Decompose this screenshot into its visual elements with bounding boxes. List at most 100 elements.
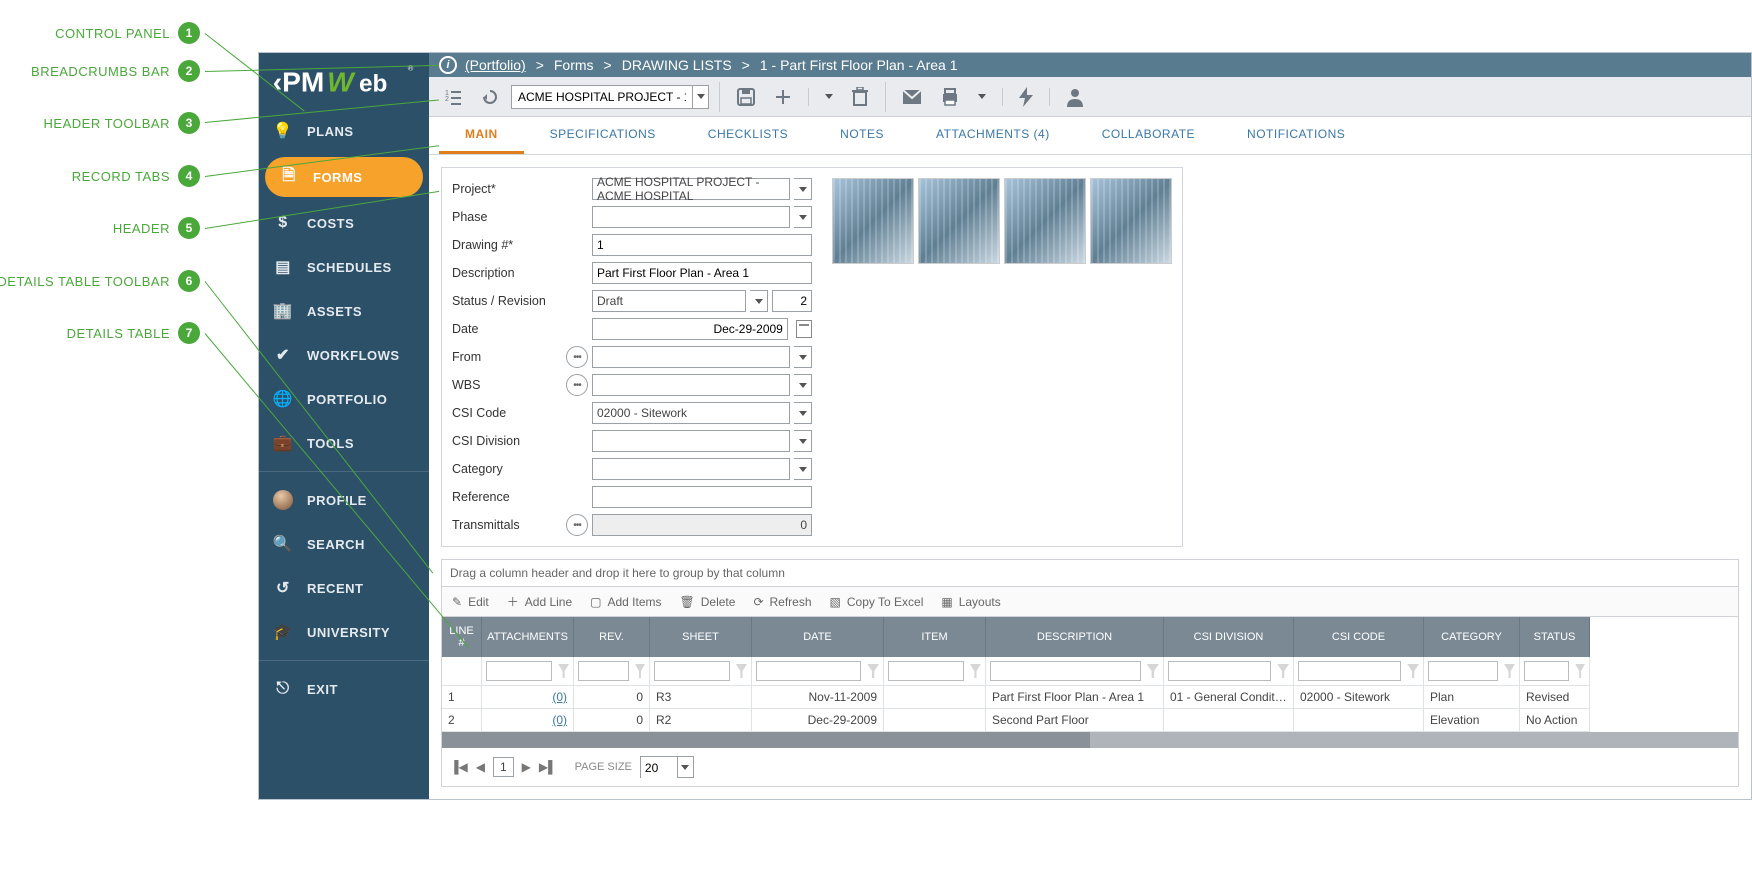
sidebar-item-workflows[interactable]: ✔WORKFLOWS	[259, 333, 429, 377]
sidebar-item-portfolio[interactable]: 🌐PORTFOLIO	[259, 377, 429, 421]
cell[interactable]: Dec-29-2009	[752, 709, 884, 732]
cell[interactable]	[1294, 709, 1424, 732]
filter-icon[interactable]	[1147, 664, 1159, 678]
filter-input[interactable]	[486, 661, 552, 681]
col-category[interactable]: CATEGORY	[1424, 617, 1520, 657]
dropdown-icon[interactable]	[794, 402, 812, 424]
drawingno-input[interactable]	[592, 234, 812, 256]
breadcrumb-portfolio[interactable]: (Portfolio)	[465, 57, 526, 73]
copy-to-excel-button[interactable]: ▧Copy To Excel	[830, 593, 924, 610]
add-line-button[interactable]: ＋Add Line	[507, 593, 572, 610]
filter-input[interactable]	[578, 661, 629, 681]
sidebar-item-assets[interactable]: 🏢ASSETS	[259, 289, 429, 333]
attachments-link[interactable]: (0)	[552, 690, 567, 704]
col-description[interactable]: DESCRIPTION	[986, 617, 1164, 657]
dropdown-icon[interactable]	[794, 346, 812, 368]
record-selector-input[interactable]	[512, 86, 692, 108]
first-page-icon[interactable]: ▐◀	[450, 760, 468, 774]
cell[interactable]: 2	[442, 709, 482, 732]
project-field[interactable]: ACME HOSPITAL PROJECT - ACME HOSPITAL	[592, 178, 790, 200]
filter-icon[interactable]	[867, 664, 879, 678]
tab-notes[interactable]: NOTES	[814, 117, 910, 154]
filter-icon[interactable]	[736, 664, 747, 678]
cell[interactable]: 01 - General Conditions	[1164, 686, 1294, 709]
thumbnail-icon[interactable]	[918, 178, 1000, 264]
sidebar-item-plans[interactable]: 💡PLANS	[259, 109, 429, 153]
cell[interactable]: R3	[650, 686, 752, 709]
sidebar-item-recent[interactable]: ↺RECENT	[259, 566, 429, 610]
sidebar-item-costs[interactable]: $COSTS	[259, 201, 429, 245]
col-status[interactable]: STATUS	[1520, 617, 1590, 657]
sidebar-item-university[interactable]: 🎓UNIVERSITY	[259, 610, 429, 654]
cell[interactable]: Second Part Floor	[986, 709, 1164, 732]
csidiv-field[interactable]	[592, 430, 790, 452]
prev-page-icon[interactable]: ◀	[476, 760, 485, 774]
thumbnail-icon[interactable]	[1090, 178, 1172, 264]
cell[interactable]: No Action	[1520, 709, 1590, 732]
tab-checklists[interactable]: CHECKLISTS	[682, 117, 814, 154]
current-page[interactable]: 1	[493, 757, 514, 777]
filter-input[interactable]	[888, 661, 964, 681]
list-numbered-icon[interactable]: 12	[439, 82, 469, 112]
filter-icon[interactable]	[635, 664, 645, 678]
user-icon[interactable]	[1060, 81, 1090, 113]
dropdown-icon[interactable]	[794, 178, 812, 200]
record-selector-combo[interactable]	[511, 85, 709, 109]
calendar-icon[interactable]	[796, 320, 812, 338]
lookup-icon[interactable]: •••	[566, 346, 588, 368]
sidebar-item-tools[interactable]: 💼TOOLS	[259, 421, 429, 465]
category-field[interactable]	[592, 458, 790, 480]
cell[interactable]: Elevation	[1424, 709, 1520, 732]
cell[interactable]	[1164, 709, 1294, 732]
cell[interactable]: 1	[442, 686, 482, 709]
filter-input[interactable]	[1524, 661, 1569, 681]
cell[interactable]: R2	[650, 709, 752, 732]
cell[interactable]	[884, 709, 986, 732]
col-csicode[interactable]: CSI CODE	[1294, 617, 1424, 657]
delete-button[interactable]	[845, 81, 875, 113]
group-by-hint[interactable]: Drag a column header and drop it here to…	[442, 560, 1738, 587]
status-field[interactable]: Draft	[592, 290, 746, 312]
cell[interactable]: 02000 - Sitework	[1294, 686, 1424, 709]
filter-icon[interactable]	[1575, 664, 1585, 678]
info-icon[interactable]: i	[439, 56, 457, 74]
cell[interactable]	[884, 686, 986, 709]
from-field[interactable]	[592, 346, 790, 368]
attachments-link[interactable]: (0)	[552, 713, 567, 727]
filter-input[interactable]	[756, 661, 861, 681]
thumbnail-icon[interactable]	[832, 178, 914, 264]
tab-main[interactable]: MAIN	[439, 117, 524, 154]
dropdown-icon[interactable]	[692, 86, 708, 108]
add-button[interactable]	[768, 82, 798, 112]
tab-collaborate[interactable]: COLLABORATE	[1076, 117, 1221, 154]
sidebar-item-profile[interactable]: PROFILE	[259, 478, 429, 522]
dropdown-icon[interactable]	[794, 430, 812, 452]
tab-notifications[interactable]: NOTIFICATIONS	[1221, 117, 1371, 154]
add-dropdown-icon[interactable]	[819, 88, 839, 105]
filter-input[interactable]	[1168, 661, 1271, 681]
dropdown-icon[interactable]	[794, 458, 812, 480]
col-line[interactable]: LINE #	[442, 617, 482, 657]
dropdown-icon[interactable]	[677, 757, 693, 777]
add-items-button[interactable]: ▢Add Items	[590, 593, 661, 610]
thumbnail-icon[interactable]	[1004, 178, 1086, 264]
refresh-button[interactable]: ⟳Refresh	[753, 593, 811, 610]
sidebar-item-schedules[interactable]: ▤SCHEDULES	[259, 245, 429, 289]
col-rev[interactable]: REV.	[574, 617, 650, 657]
cell[interactable]: 0	[574, 709, 650, 732]
filter-input[interactable]	[1298, 661, 1401, 681]
tab-attachments[interactable]: ATTACHMENTS (4)	[910, 117, 1076, 154]
bolt-icon[interactable]	[1013, 81, 1039, 113]
col-item[interactable]: ITEM	[884, 617, 986, 657]
dropdown-icon[interactable]	[750, 290, 768, 312]
col-csidivision[interactable]: CSI DIVISION	[1164, 617, 1294, 657]
col-sheet[interactable]: SHEET	[650, 617, 752, 657]
filter-input[interactable]	[1428, 661, 1498, 681]
filter-icon[interactable]	[558, 664, 569, 678]
dropdown-icon[interactable]	[794, 206, 812, 228]
delete-line-button[interactable]: 🗑Delete	[680, 593, 736, 610]
reference-input[interactable]	[592, 486, 812, 508]
cell[interactable]: Revised	[1520, 686, 1590, 709]
cell[interactable]: Plan	[1424, 686, 1520, 709]
page-size-input[interactable]	[641, 757, 677, 779]
